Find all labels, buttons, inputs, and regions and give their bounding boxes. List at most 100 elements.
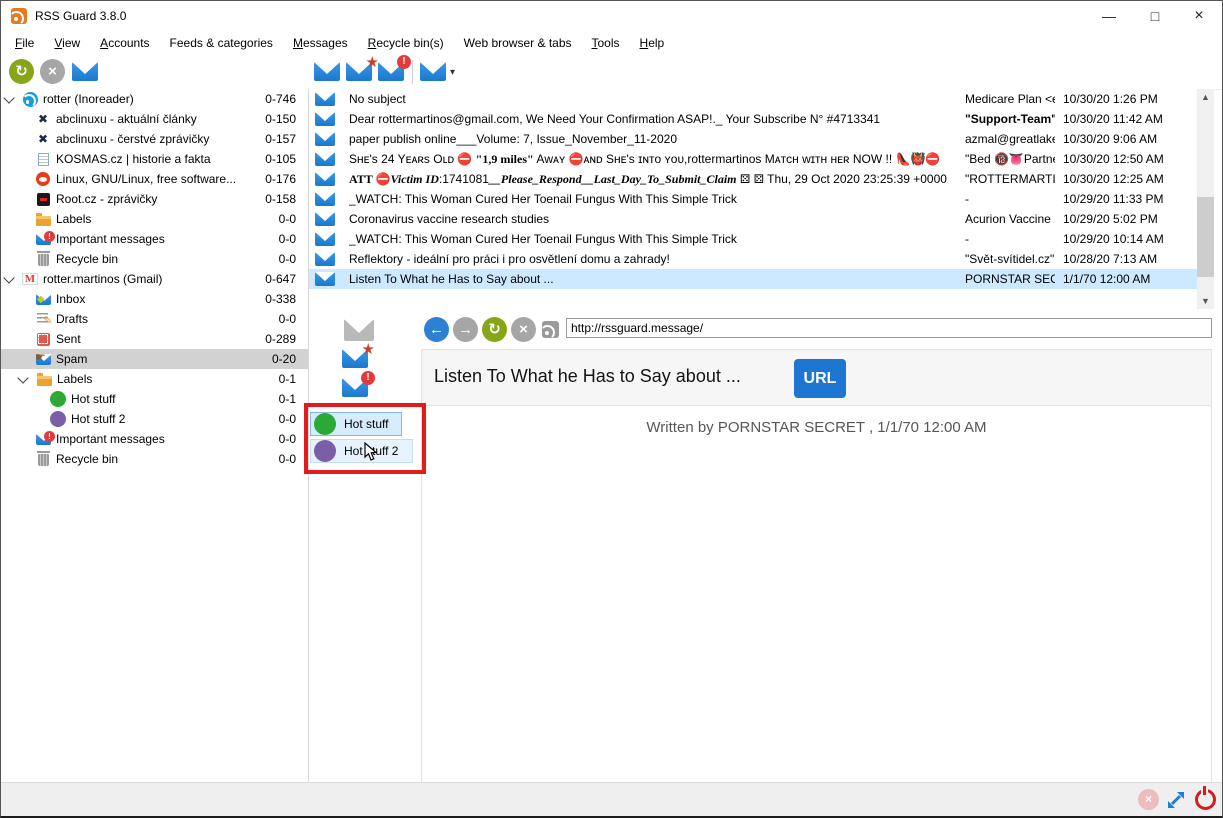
message-subject: ATT ⛔Victim ID:1741081__Please_Respond__…: [349, 172, 965, 187]
scrollbar-thumb[interactable]: [1197, 197, 1214, 277]
envelope-error-icon[interactable]: !: [378, 62, 404, 84]
feed-item-inbox[interactable]: ◆ Inbox 0-338: [1, 289, 308, 309]
feed-label: rotter.martinos (Gmail): [43, 272, 246, 286]
menu-tools[interactable]: Tools: [582, 31, 630, 55]
feed-count: 0-0: [246, 232, 308, 246]
reddit-icon: [36, 172, 50, 186]
feed-item-hot-stuff-2[interactable]: Hot stuff 2 0-0: [1, 409, 308, 429]
envelope-important-star-icon[interactable]: ★: [342, 349, 368, 371]
message-header: Listen To What he Has to Say about ... U…: [421, 349, 1212, 406]
scroll-down-icon[interactable]: ▼: [1197, 293, 1214, 309]
back-icon[interactable]: ←: [424, 317, 449, 342]
message-row[interactable]: Coronavirus vaccine research studies Acu…: [309, 209, 1197, 229]
message-row[interactable]: Dear rottermartinos@gmail.com, We Need Y…: [309, 109, 1197, 129]
power-icon[interactable]: [1195, 789, 1216, 810]
menu-messages[interactable]: Messages: [283, 31, 358, 55]
feed-item-important-gmail[interactable]: ! Important messages 0-0: [1, 429, 308, 449]
fullscreen-icon[interactable]: [1164, 788, 1188, 812]
trash-icon: [38, 454, 49, 466]
feed-label: Recycle bin: [56, 452, 246, 466]
feed-item[interactable]: Root.cz - zprávičky 0-158: [1, 189, 308, 209]
maximize-button[interactable]: □: [1140, 3, 1170, 29]
menu-bar: File View Accounts Feeds & categories Me…: [1, 31, 1222, 55]
unread-envelope-icon: [315, 92, 335, 106]
feed-count: 0-0: [246, 212, 308, 226]
feed-item[interactable]: ✖ abclinuxu - čerstvé zprávičky 0-157: [1, 129, 308, 149]
stop-loading-icon[interactable]: ×: [511, 317, 536, 342]
url-button[interactable]: URL: [794, 359, 846, 398]
stop-disabled-icon: ×: [1138, 789, 1159, 810]
feed-count: 0-158: [246, 192, 308, 206]
drafts-pencil-icon: [37, 313, 50, 325]
url-input[interactable]: [566, 318, 1212, 338]
abclinuxu-icon: ✖: [38, 133, 48, 145]
message-row[interactable]: Reflektory - ideální pro práci i pro osv…: [309, 249, 1197, 269]
feed-label: Linux, GNU/Linux, free software...: [56, 172, 246, 186]
stop-icon[interactable]: ×: [40, 59, 65, 84]
inoreader-icon: [23, 92, 38, 107]
feed-item-important[interactable]: ! Important messages 0-0: [1, 229, 308, 249]
rss-feed-icon[interactable]: [542, 321, 559, 338]
chevron-down-icon[interactable]: [3, 92, 14, 103]
minimize-button[interactable]: —: [1094, 3, 1124, 29]
refresh-icon[interactable]: ↻: [482, 317, 507, 342]
feed-item-labels[interactable]: Labels 0-0: [1, 209, 308, 229]
feed-count: 0-0: [246, 252, 308, 266]
message-author: Medicare Plan <e...: [965, 92, 1055, 106]
menu-view[interactable]: View: [44, 31, 90, 55]
envelope-important-star-icon[interactable]: ★: [346, 62, 372, 84]
feed-item-recycle-bin-gmail[interactable]: Recycle bin 0-0: [1, 449, 308, 469]
message-row[interactable]: _WATCH: This Woman Cured Her Toenail Fun…: [309, 229, 1197, 249]
feed-list: rotter (Inoreader) 0-746 ✖ abclinuxu - a…: [1, 89, 308, 782]
feed-item[interactable]: Linux, GNU/Linux, free software... 0-176: [1, 169, 308, 189]
envelope-error-icon[interactable]: !: [342, 378, 368, 400]
message-row[interactable]: ATT ⛔Victim ID:1741081__Please_Respond__…: [309, 169, 1197, 189]
feed-account-inoreader[interactable]: rotter (Inoreader) 0-746: [1, 89, 308, 109]
envelope-read-icon[interactable]: [314, 62, 340, 84]
menu-accounts[interactable]: Accounts: [90, 31, 159, 55]
feed-item[interactable]: ✖ abclinuxu - aktuální články 0-150: [1, 109, 308, 129]
feed-item-sent[interactable]: Sent 0-289: [1, 329, 308, 349]
close-button[interactable]: ×: [1184, 3, 1214, 29]
message-row-selected[interactable]: Listen To What he Has to Say about ... P…: [309, 269, 1197, 289]
menu-web-browser-tabs[interactable]: Web browser & tabs: [454, 31, 582, 55]
refresh-feeds-icon[interactable]: ↻: [9, 59, 34, 84]
feed-item-recycle-bin[interactable]: Recycle bin 0-0: [1, 249, 308, 269]
menu-recycle-bins[interactable]: Recycle bin(s): [358, 31, 454, 55]
feed-item-spam[interactable]: ☛ Spam 0-20: [1, 349, 308, 369]
message-list-scrollbar[interactable]: ▲ ▼: [1197, 89, 1214, 309]
feed-count: 0-105: [246, 152, 308, 166]
chevron-down-icon[interactable]: [17, 372, 28, 383]
message-row[interactable]: No subject Medicare Plan <e... 10/30/20 …: [309, 89, 1197, 109]
message-row[interactable]: paper publish online___Volume: 7, Issue_…: [309, 129, 1197, 149]
title-bar: RSS Guard 3.8.0 — □ ×: [1, 1, 1222, 31]
rssguard-window: RSS Guard 3.8.0 — □ × File View Accounts…: [0, 0, 1223, 818]
chevron-down-icon[interactable]: [3, 272, 14, 283]
message-row[interactable]: Sʜᴇ's 24 Yᴇᴀʀs Oʟᴅ ⛔ "1,9 miles" Aᴡᴀʏ ⛔ᴀ…: [309, 149, 1197, 169]
status-bar: ×: [1, 782, 1222, 816]
message-list: No subject Medicare Plan <e... 10/30/20 …: [309, 89, 1197, 289]
feed-count: 0-0: [246, 452, 308, 466]
menu-file[interactable]: File: [5, 31, 44, 55]
message-author: PORNSTAR SECR...: [965, 272, 1055, 286]
envelope-menu-dropdown-icon[interactable]: ▾: [420, 62, 446, 84]
scroll-up-icon[interactable]: ▲: [1197, 89, 1214, 105]
mouse-cursor: [364, 442, 379, 462]
feed-item[interactable]: KOSMAS.cz | historie a fakta 0-105: [1, 149, 308, 169]
feed-item-labels-gmail[interactable]: Labels 0-1: [1, 369, 308, 389]
menu-feeds-categories[interactable]: Feeds & categories: [160, 31, 283, 55]
menu-help[interactable]: Help: [630, 31, 675, 55]
feed-account-gmail[interactable]: M rotter.martinos (Gmail) 0-647: [1, 269, 308, 289]
message-author: -: [965, 232, 1055, 246]
feed-count: 0-338: [246, 292, 308, 306]
feed-label: Hot stuff 2: [71, 412, 246, 426]
message-row[interactable]: _WATCH: This Woman Cured Her Toenail Fun…: [309, 189, 1197, 209]
message-body: Written by PORNSTAR SECRET , 1/1/70 12:0…: [421, 405, 1212, 785]
forward-icon[interactable]: →: [453, 317, 478, 342]
mark-read-envelope-icon[interactable]: [72, 62, 98, 84]
message-date: 10/30/20 12:25 AM: [1063, 172, 1164, 186]
message-author: "Support-Team" ...: [965, 112, 1055, 126]
feed-item-hot-stuff[interactable]: Hot stuff 0-1: [1, 389, 308, 409]
feed-item-drafts[interactable]: Drafts 0-0: [1, 309, 308, 329]
feed-label: Drafts: [56, 312, 246, 326]
